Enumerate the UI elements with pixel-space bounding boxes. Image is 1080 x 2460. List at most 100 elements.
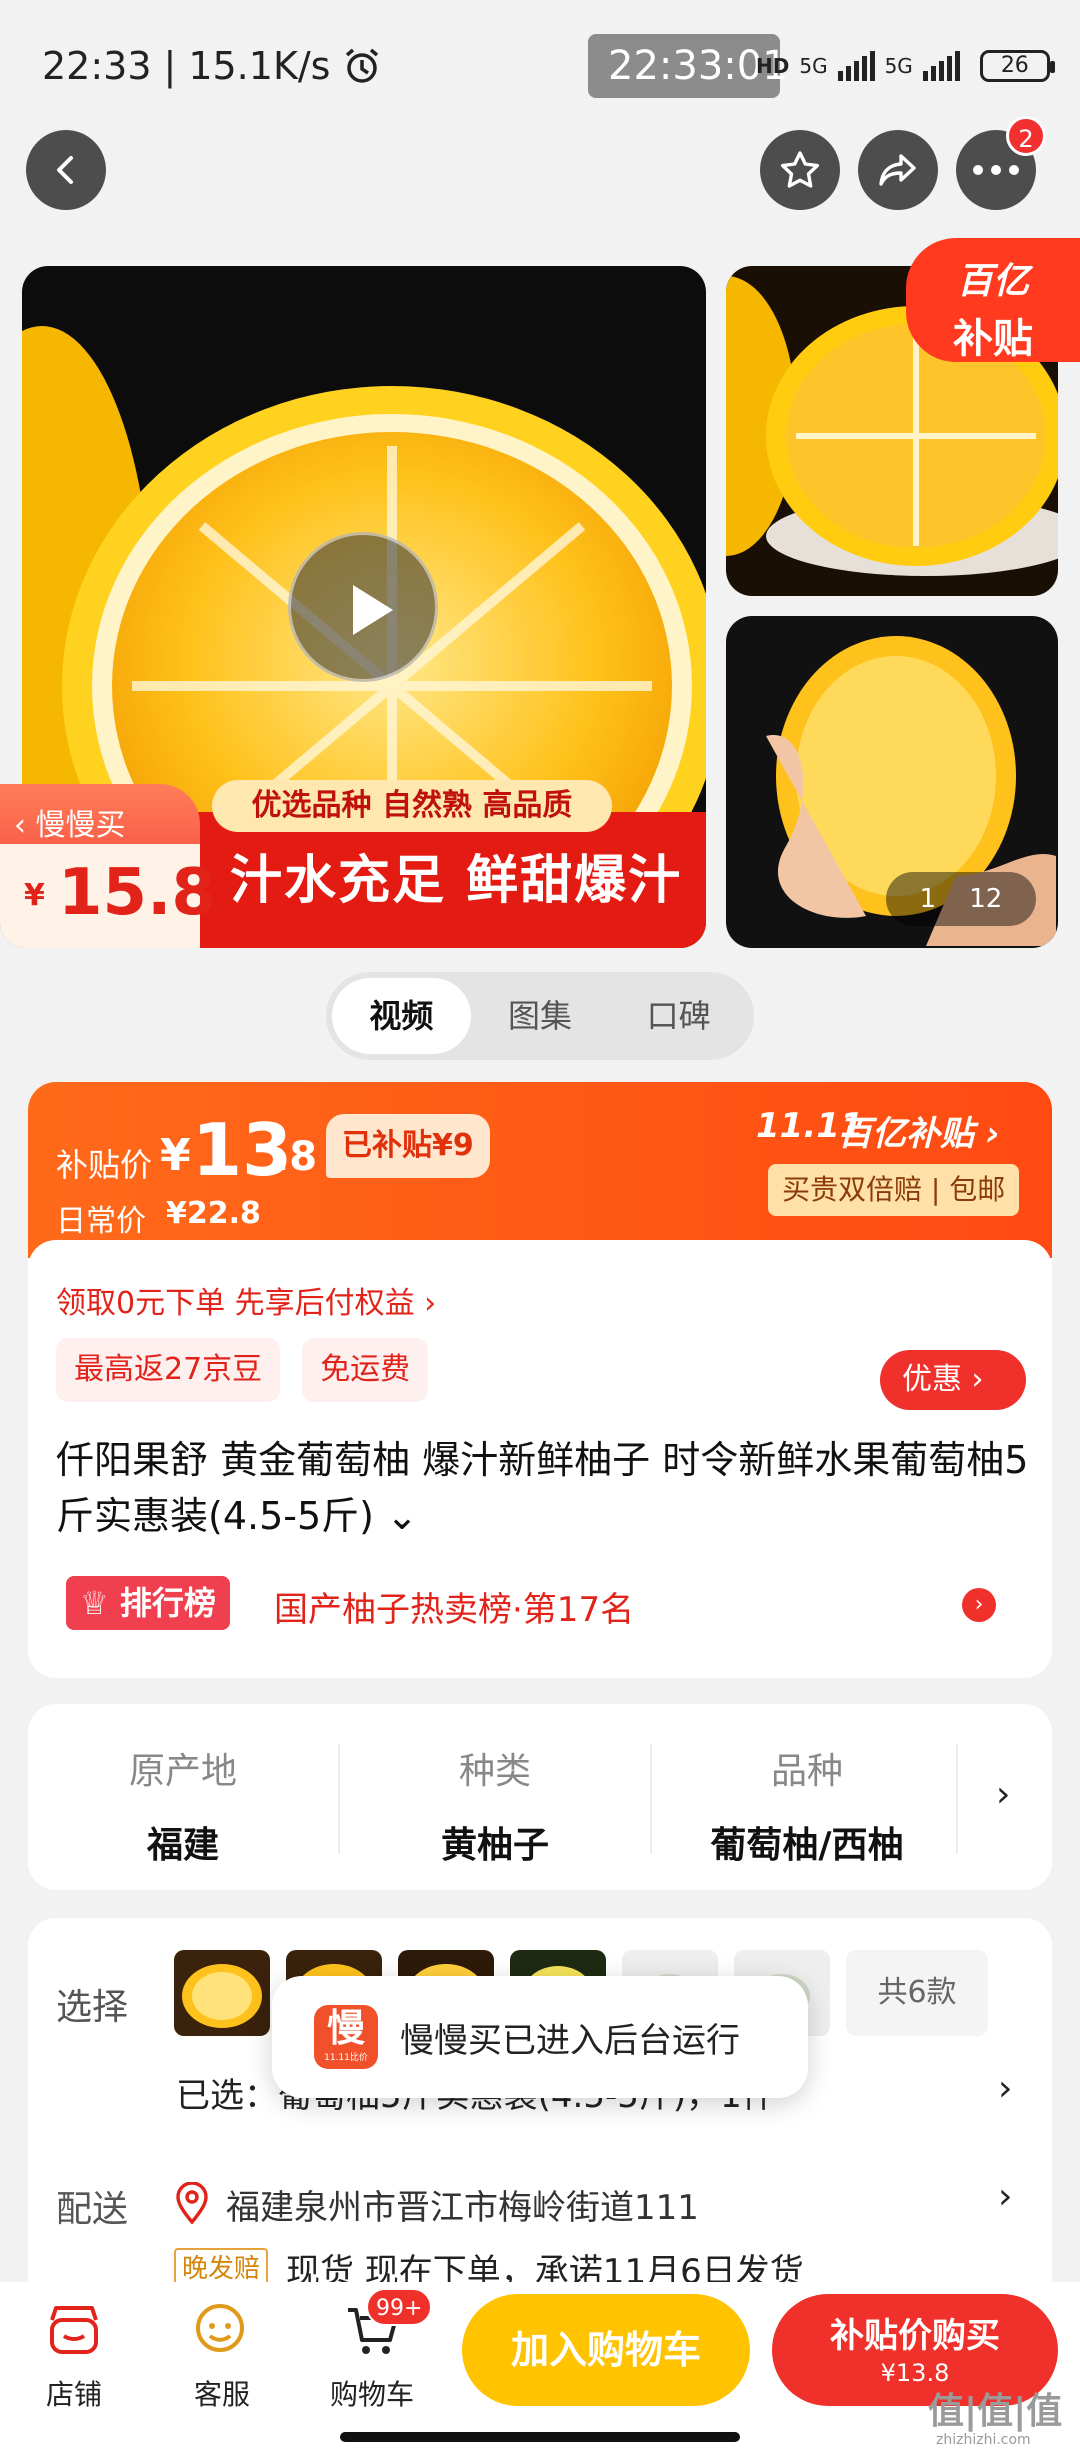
rank-text[interactable]: 国产柚子热卖榜·第17名	[274, 1582, 634, 1631]
slow-buy-currency: ¥	[24, 878, 45, 913]
notification-badge: 2	[1006, 116, 1046, 156]
cart-count-badge: 99+	[366, 2288, 433, 2326]
chevron-right-icon[interactable]: ›	[996, 1774, 1010, 1815]
event-brand[interactable]: 百亿补贴 ›	[838, 1106, 1000, 1155]
subsidy-tag-line1: 百亿	[956, 261, 1029, 302]
slow-buy-price: 15.8	[58, 856, 216, 930]
pay-later-link[interactable]: 领取0元下单 先享后付权益 ›	[56, 1278, 436, 1322]
service-label: 客服	[193, 2378, 250, 2411]
product-title[interactable]: 仟阳果舒 黄金葡萄柚 爆汁新鲜柚子 时令新鲜水果葡萄柚5斤实惠装(4.5-5斤)…	[56, 1432, 1046, 1544]
back-button[interactable]	[26, 130, 106, 210]
discount-label: 优惠	[902, 1362, 962, 1397]
daily-price-label: 日常价	[56, 1204, 146, 1239]
status-left: 22:33 | 15.1K/s	[42, 44, 382, 88]
spec-variety: 品种 葡萄柚/西柚	[652, 1704, 962, 1890]
subsidy-tag: 百亿 补贴	[906, 238, 1080, 362]
toast-message: 慢慢买已进入后台运行	[400, 2020, 740, 2061]
star-icon	[781, 151, 819, 188]
slow-buy-text: 慢慢买	[35, 808, 126, 843]
hd-label: HD	[756, 54, 790, 78]
chevron-left-icon	[57, 156, 73, 184]
spec-type-key: 种类	[458, 1751, 531, 1792]
share-button[interactable]	[858, 130, 938, 210]
more-icon	[973, 165, 1019, 175]
status-divider: |	[163, 44, 177, 88]
spec-origin-key: 原产地	[128, 1751, 237, 1792]
daily-price: ¥22.8	[166, 1196, 261, 1231]
variant-count[interactable]: 共6款	[846, 1950, 988, 2036]
slow-buy-price-box: ¥ 15.8	[0, 844, 216, 948]
network-type-2: 5G	[884, 54, 913, 78]
rank-badge: ♕ 排行榜	[66, 1576, 230, 1630]
store-label: 店铺	[45, 2378, 102, 2411]
banner-subtitle: 优选品种 自然熟 高品质	[212, 780, 612, 832]
location-icon	[176, 2182, 208, 2224]
watermark: 值|值|值	[928, 2391, 1063, 2432]
free-shipping-tag: 免运费	[302, 1338, 429, 1402]
favorite-button[interactable]	[760, 130, 840, 210]
tab-gallery[interactable]: 图集	[471, 978, 610, 1054]
product-info: 领取0元下单 先享后付权益 › 最高返27京豆 免运费 优惠 › 仟阳果舒 黄金…	[28, 1240, 1052, 1660]
bottom-action-bar: 店铺 客服 购物车 99+ 加入购物车 补贴价购买 ¥13.8 值|值|值 zh…	[0, 2282, 1080, 2460]
price-header: 补贴价 ¥ 13 .8 已补贴¥9 日常价 ¥22.8 11.11 百亿补贴 ›…	[28, 1082, 1052, 1258]
alarm-icon	[346, 48, 379, 83]
signal-icon	[837, 51, 875, 81]
rank-arrow-icon[interactable]: ›	[962, 1588, 996, 1622]
subsidy-tag-line2: 补贴	[953, 316, 1033, 362]
product-title-text: 仟阳果舒 黄金葡萄柚 爆汁新鲜柚子 时令新鲜水果葡萄柚5斤实惠装(4.5-5斤)	[56, 1438, 1029, 1538]
spec-origin-value: 福建	[146, 1825, 219, 1866]
thumbnail-2[interactable]: 1 12	[726, 616, 1058, 948]
slow-buy-price-tag[interactable]: ‹ 慢慢买 ¥ 15.8	[0, 784, 216, 948]
media-tabs: 视频 图集 口碑	[326, 972, 754, 1060]
spec-type-value: 黄柚子	[440, 1825, 549, 1866]
slow-buy-app-icon-sub: 11.11比价	[324, 2053, 368, 2063]
subsidy-currency: ¥	[160, 1130, 191, 1181]
tab-reviews[interactable]: 口碑	[609, 978, 748, 1054]
customer-service-icon	[196, 2304, 244, 2352]
image-counter-total: 12	[969, 884, 1003, 914]
tab-video[interactable]: 视频	[332, 978, 471, 1054]
event-brand-text: 百亿补贴	[838, 1114, 974, 1154]
play-icon	[353, 585, 393, 635]
chevron-right-icon[interactable]: ›	[998, 2068, 1012, 2109]
cart-label: 购物车	[329, 2378, 414, 2411]
cart-button[interactable]: 购物车 99+	[312, 2282, 433, 2413]
store-icon	[50, 2306, 98, 2354]
subsidy-price-dec: .8	[274, 1134, 318, 1180]
subsidy-price-label: 补贴价	[56, 1146, 153, 1184]
service-button[interactable]: 客服	[162, 2282, 282, 2413]
status-right: HD 5G 5G 26	[756, 44, 1055, 88]
background-running-toast: 慢 11.11比价 慢慢买已进入后台运行	[272, 1976, 808, 2098]
variant-swatch-1[interactable]	[174, 1950, 270, 2036]
rank-badge-text: 排行榜	[119, 1584, 216, 1622]
net-speed: 15.1K/s	[188, 44, 331, 88]
spec-type: 种类 黄柚子	[340, 1704, 650, 1890]
battery-icon: 26	[979, 50, 1055, 82]
guarantee-badge: 买贵双倍赔 | 包邮	[768, 1164, 1020, 1216]
network-type-1: 5G	[799, 54, 828, 78]
benefit-tags: 最高返27京豆 免运费	[56, 1338, 429, 1402]
spec-variety-value: 葡萄柚/西柚	[710, 1825, 904, 1866]
subsidized-tag: 已补贴¥9	[326, 1114, 490, 1178]
delivery-label: 配送	[56, 2189, 129, 2230]
status-time: 22:33	[42, 44, 152, 88]
image-counter: 1 12	[886, 872, 1036, 926]
store-button[interactable]: 店铺	[14, 2282, 134, 2413]
video-play-button[interactable]	[288, 532, 438, 682]
image-counter-current: 1	[919, 884, 937, 914]
watermark-url: zhizhizhi.com	[936, 2432, 1031, 2448]
delivery-address[interactable]: 福建泉州市晋江市梅岭街道111	[226, 2180, 699, 2229]
discount-button[interactable]: 优惠 ›	[880, 1350, 1026, 1410]
chevron-right-icon[interactable]: ›	[998, 2176, 1012, 2217]
spec-variety-key: 品种	[770, 1751, 843, 1792]
variant-image	[174, 1950, 270, 2036]
slow-buy-app-icon-char: 慢	[326, 2006, 365, 2050]
signal-icon-2	[922, 51, 960, 81]
banner-title: 汁水充足 鲜甜爆汁	[230, 851, 683, 911]
slow-buy-app-icon: 慢 11.11比价	[314, 2005, 378, 2069]
more-button[interactable]: 2	[956, 116, 1046, 210]
spec-card[interactable]: 原产地 福建 种类 黄柚子 品种 葡萄柚/西柚 ›	[28, 1704, 1052, 1890]
divider	[956, 1744, 958, 1854]
slow-buy-label: ‹ 慢慢买	[14, 808, 126, 843]
add-to-cart-button[interactable]: 加入购物车	[462, 2294, 750, 2406]
